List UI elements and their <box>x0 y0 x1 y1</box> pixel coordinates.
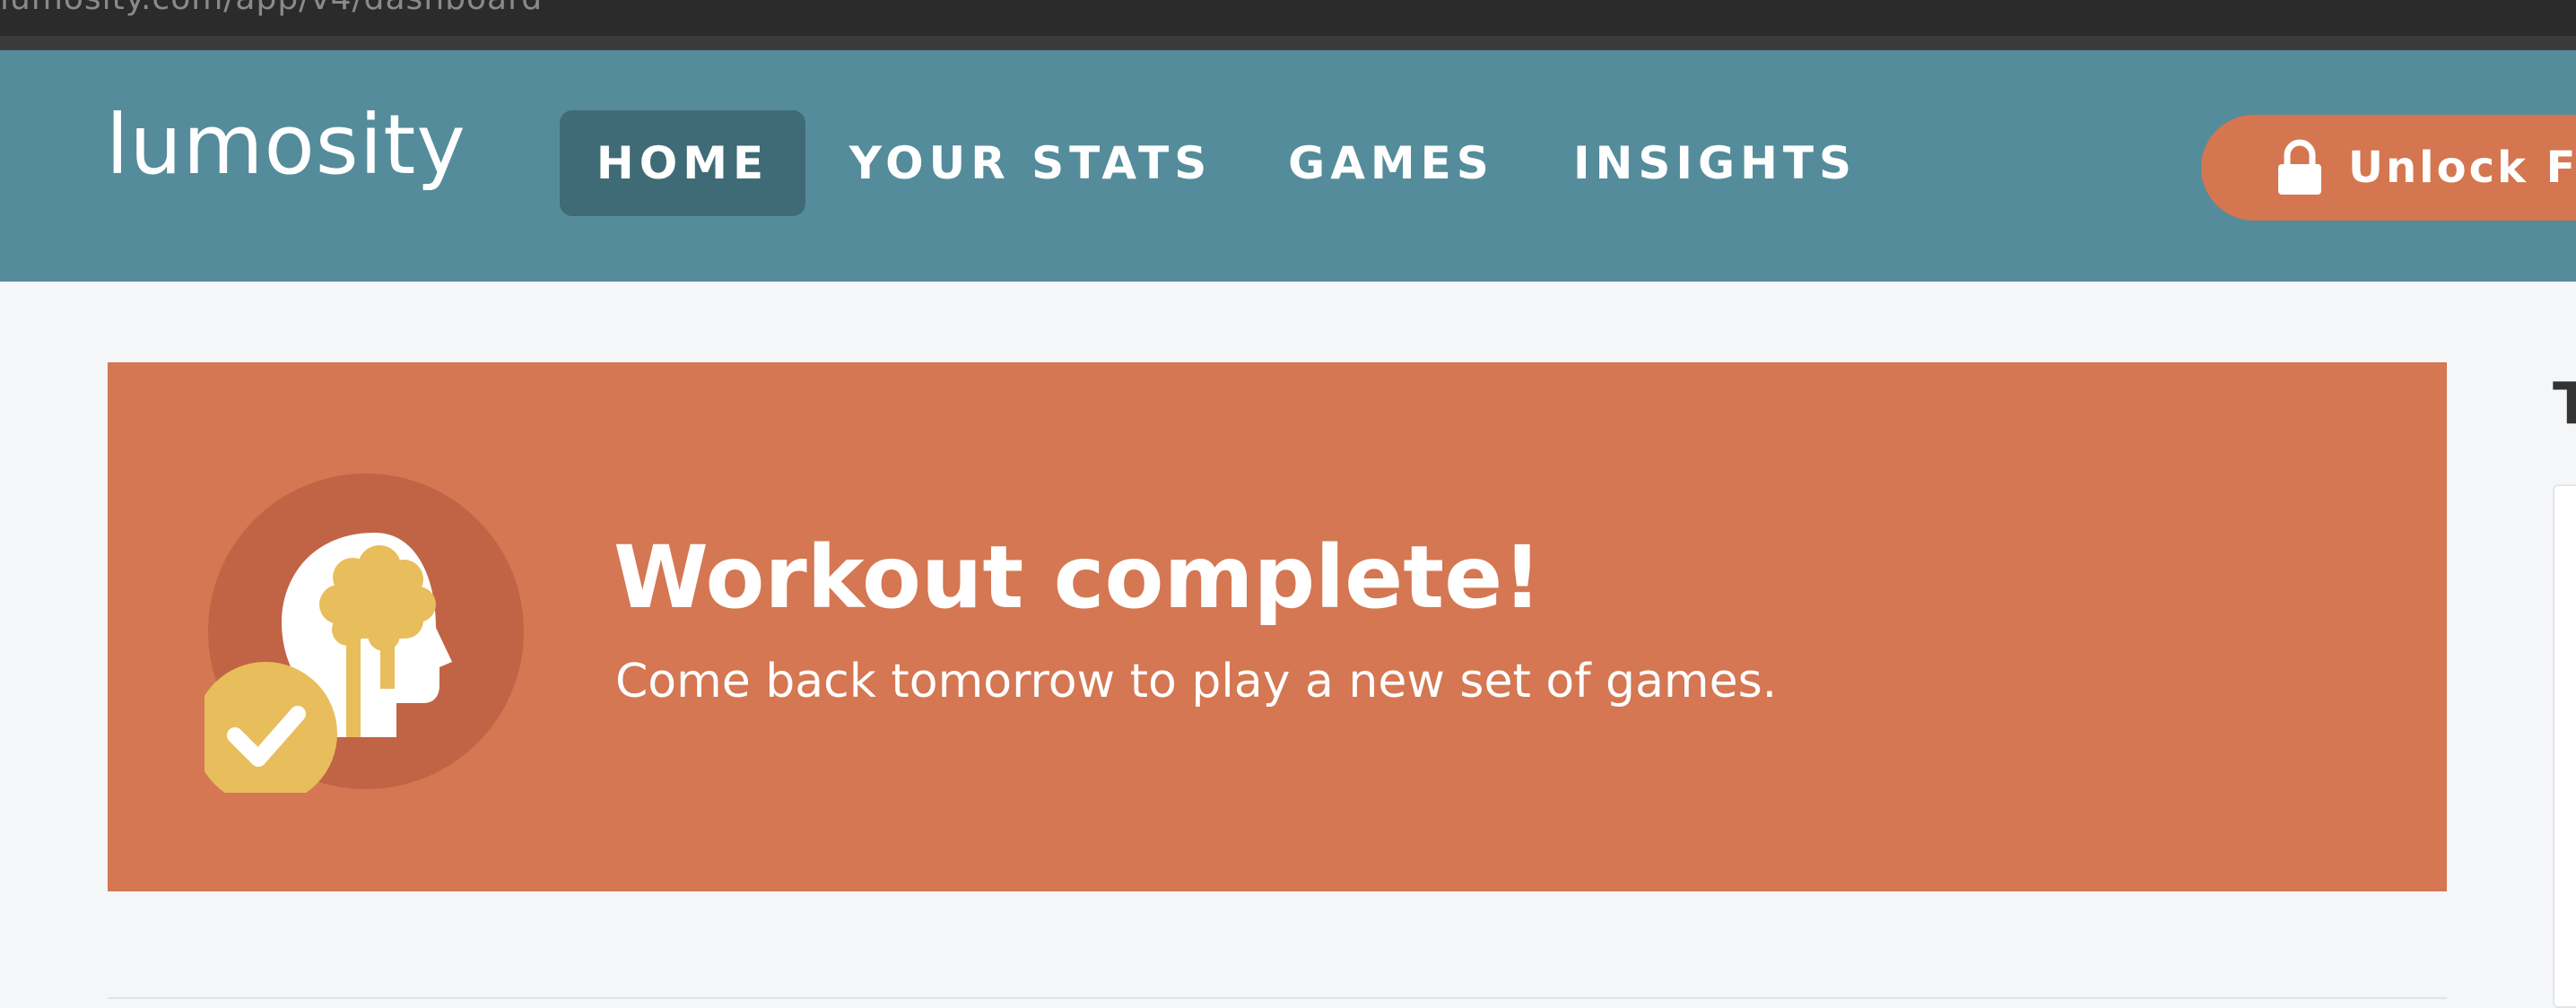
nav-item-your-stats[interactable]: YOUR STATS <box>834 110 1227 216</box>
lumosity-logo[interactable]: lumosity <box>106 104 466 187</box>
nav-item-home[interactable]: HOME <box>560 110 805 216</box>
section-divider <box>108 997 2447 999</box>
banner-subtitle: Come back tomorrow to play a new set of … <box>615 655 1778 708</box>
banner-title: Workout complete! <box>614 527 1543 628</box>
sidebar-card <box>2553 484 2576 1008</box>
unlock-button-label: Unlock Fu <box>2348 143 2576 193</box>
browser-url-fragment: lumosity.com/app/v4/dashboard <box>0 0 543 17</box>
nav-item-insights[interactable]: INSIGHTS <box>1566 110 1864 216</box>
unlock-full-access-button[interactable]: Unlock Fu <box>2201 115 2576 221</box>
workout-icon <box>194 470 527 805</box>
browser-divider <box>0 36 2576 50</box>
lock-icon <box>2278 139 2321 195</box>
workout-complete-banner: Workout complete! Come back tomorrow to … <box>108 362 2447 891</box>
nav-item-games[interactable]: GAMES <box>1272 110 1510 216</box>
browser-address-strip: lumosity.com/app/v4/dashboard <box>0 0 2576 36</box>
top-navigation-bar: lumosity HOME YOUR STATS GAMES INSIGHTS … <box>0 50 2576 282</box>
sidebar-heading-fragment: T <box>2553 371 2576 438</box>
